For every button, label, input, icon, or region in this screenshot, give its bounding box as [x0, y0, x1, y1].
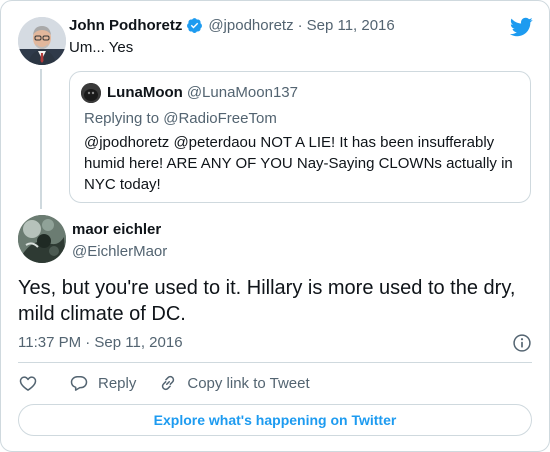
- tweet-timestamp[interactable]: 11:37 PM · Sep 11, 2016: [18, 334, 183, 351]
- replying-to-line: Replying to @RadioFreeTom: [84, 110, 277, 127]
- copy-link-label: Copy link to Tweet: [187, 374, 310, 392]
- heart-icon: [19, 376, 37, 391]
- quoted-author-handle: @LunaMoon137: [186, 84, 298, 101]
- verified-badge-icon: [187, 18, 203, 33]
- link-icon: [162, 375, 175, 391]
- tweet-author-avatar[interactable]: [18, 215, 66, 263]
- thread-connector-line: [40, 69, 42, 209]
- embedded-tweet-card: John Podhoretz @jpodhoretz · Sep 11, 201…: [0, 0, 550, 452]
- like-button[interactable]: [18, 373, 38, 393]
- parent-tweet-date[interactable]: Sep 11, 2016: [307, 17, 395, 34]
- reply-button[interactable]: Reply: [69, 373, 136, 393]
- reply-bubble-icon: [70, 376, 88, 391]
- quoted-tweet-header: LunaMoon @LunaMoon137: [107, 84, 298, 101]
- quoted-tweet-text: @jpodhoretz @peterdaou NOT A LIE! It has…: [84, 134, 513, 193]
- replying-to-mention: @RadioFreeTom: [163, 110, 277, 127]
- tweet-actions: Reply Copy link to Tweet: [18, 373, 310, 393]
- header-separator: ·: [297, 17, 303, 34]
- parent-tweet-header: John Podhoretz @jpodhoretz · Sep 11, 201…: [69, 17, 395, 34]
- tweet-author-handle[interactable]: @EichlerMaor: [72, 243, 167, 260]
- parent-author-handle[interactable]: @jpodhoretz: [208, 17, 293, 34]
- quoted-tweet[interactable]: LunaMoon @LunaMoon137 Replying to @RadioF…: [69, 71, 531, 203]
- info-icon[interactable]: [512, 333, 532, 353]
- explore-twitter-button[interactable]: Explore what's happening on Twitter: [18, 404, 532, 436]
- twitter-bird-icon[interactable]: [509, 15, 533, 39]
- tweet-author-name[interactable]: maor eichler: [72, 221, 161, 238]
- quoted-author-name: LunaMoon: [107, 84, 183, 101]
- parent-tweet-text: Um... Yes: [69, 39, 134, 56]
- quoted-author-avatar: [81, 83, 101, 103]
- reply-label: Reply: [98, 374, 137, 392]
- tweet-divider: [18, 362, 532, 363]
- tweet-text: Yes, but you're used to it. Hillary is m…: [18, 277, 516, 325]
- parent-author-avatar[interactable]: [18, 17, 66, 65]
- parent-author-name[interactable]: John Podhoretz: [69, 17, 182, 34]
- replying-to-prefix: Replying to: [84, 110, 164, 127]
- copy-link-button[interactable]: Copy link to Tweet: [158, 373, 310, 393]
